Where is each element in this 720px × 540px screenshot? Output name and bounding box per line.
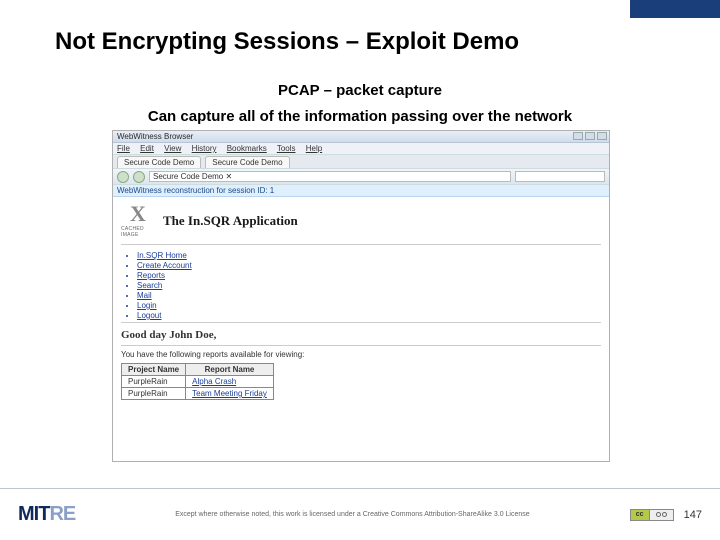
- table-row: PurpleRain Alpha Crash: [122, 376, 274, 388]
- nav-link-search[interactable]: Search: [137, 281, 609, 290]
- maximize-button[interactable]: [585, 132, 595, 140]
- divider: [121, 322, 601, 323]
- window-title: WebWitness Browser: [117, 132, 193, 141]
- menu-history[interactable]: History: [192, 144, 217, 153]
- tab-1[interactable]: Secure Code Demo: [117, 156, 201, 168]
- divider: [121, 244, 601, 245]
- logo-fade: RE: [49, 503, 75, 525]
- toolbar: Secure Code Demo ✕: [113, 169, 609, 185]
- search-box[interactable]: [515, 171, 605, 182]
- menu-bar: File Edit View History Bookmarks Tools H…: [113, 143, 609, 155]
- cc-left: cc: [630, 509, 650, 521]
- nav-link-home[interactable]: In.SQR Home: [137, 251, 609, 260]
- menu-bookmarks[interactable]: Bookmarks: [227, 144, 267, 153]
- cached-image-logo: X CACHED IMAGE: [121, 203, 155, 238]
- menu-view[interactable]: View: [164, 144, 181, 153]
- greeting-text: Good day John Doe,: [121, 329, 601, 341]
- col-report: Report Name: [186, 364, 274, 376]
- cached-image-label: CACHED IMAGE: [121, 226, 155, 238]
- menu-edit[interactable]: Edit: [140, 144, 154, 153]
- menu-file[interactable]: File: [117, 144, 130, 153]
- app-title: The In.SQR Application: [163, 213, 298, 229]
- close-button[interactable]: [597, 132, 607, 140]
- nav-link-mail[interactable]: Mail: [137, 291, 609, 300]
- accent-bar: [630, 0, 720, 18]
- slide-footer: MITRE Except where otherwise noted, this…: [0, 488, 720, 540]
- app-nav-list: In.SQR Home Create Account Reports Searc…: [137, 251, 609, 320]
- menu-help[interactable]: Help: [306, 144, 322, 153]
- back-button[interactable]: [117, 171, 129, 183]
- report-link[interactable]: Alpha Crash: [192, 377, 236, 386]
- cc-right: [650, 509, 674, 521]
- window-titlebar: WebWitness Browser: [113, 131, 609, 143]
- cell-project: PurpleRain: [122, 376, 186, 388]
- nav-link-reports[interactable]: Reports: [137, 271, 609, 280]
- tab-strip: Secure Code Demo Secure Code Demo: [113, 155, 609, 169]
- minimize-button[interactable]: [573, 132, 583, 140]
- col-project: Project Name: [122, 364, 186, 376]
- menu-tools[interactable]: Tools: [277, 144, 296, 153]
- browser-window: WebWitness Browser File Edit View Histor…: [112, 130, 610, 462]
- reports-intro: You have the following reports available…: [121, 350, 601, 359]
- app-header: X CACHED IMAGE The In.SQR Application: [113, 197, 609, 244]
- forward-button[interactable]: [133, 171, 145, 183]
- session-banner: WebWitness reconstruction for session ID…: [113, 185, 609, 197]
- subtitle-1: PCAP – packet capture: [0, 82, 720, 99]
- mitre-logo: MITRE: [18, 503, 75, 526]
- table-header-row: Project Name Report Name: [122, 364, 274, 376]
- nav-link-logout[interactable]: Logout: [137, 311, 609, 320]
- cell-report: Alpha Crash: [186, 376, 274, 388]
- slide-title: Not Encrypting Sessions – Exploit Demo: [55, 28, 519, 56]
- address-bar[interactable]: Secure Code Demo ✕: [149, 171, 511, 182]
- logo-main: MIT: [18, 503, 49, 525]
- cc-sa-icon: [662, 512, 667, 517]
- tab-2[interactable]: Secure Code Demo: [205, 156, 289, 168]
- browser-viewport: WebWitness reconstruction for session ID…: [113, 185, 609, 461]
- cc-badge: cc: [630, 509, 674, 521]
- license-text: Except where otherwise noted, this work …: [85, 511, 619, 518]
- page-number: 147: [684, 509, 702, 521]
- nav-link-create-account[interactable]: Create Account: [137, 261, 609, 270]
- reports-table: Project Name Report Name PurpleRain Alph…: [121, 363, 274, 400]
- cell-project: PurpleRain: [122, 388, 186, 400]
- table-row: PurpleRain Team Meeting Friday: [122, 388, 274, 400]
- subtitle-2: Can capture all of the information passi…: [0, 108, 720, 125]
- cc-by-icon: [656, 512, 661, 517]
- report-link[interactable]: Team Meeting Friday: [192, 389, 267, 398]
- cached-x-icon: X: [130, 203, 146, 225]
- divider: [121, 345, 601, 346]
- nav-link-login[interactable]: Login: [137, 301, 609, 310]
- cell-report: Team Meeting Friday: [186, 388, 274, 400]
